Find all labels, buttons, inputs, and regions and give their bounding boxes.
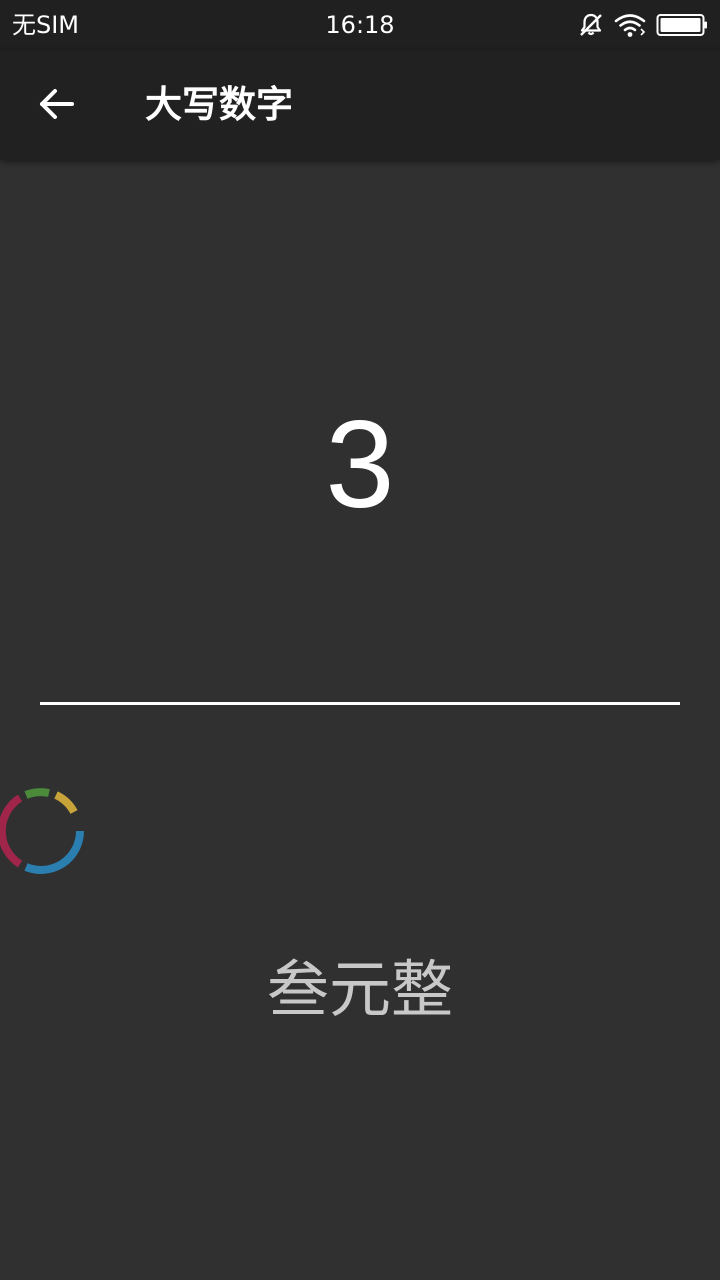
color-ring-icon [0,788,86,880]
floating-assistant-button[interactable] [0,786,86,876]
status-icons [578,10,708,40]
status-bar: 无SIM 16:18 [0,0,720,50]
back-button[interactable] [20,70,92,142]
arrow-left-icon [38,86,74,126]
app-bar: 大写数字 [0,50,720,160]
number-input[interactable]: 3 [0,390,720,540]
input-underline [40,702,680,705]
page-title: 大写数字 [145,83,293,126]
wifi-icon [614,12,646,38]
chinese-uppercase-result: 叁元整 [266,953,453,1026]
battery-icon [656,12,708,38]
screen: 无SIM 16:18 大写数字 3 叁元整 [0,0,720,1280]
muted-bell-icon [578,12,604,38]
